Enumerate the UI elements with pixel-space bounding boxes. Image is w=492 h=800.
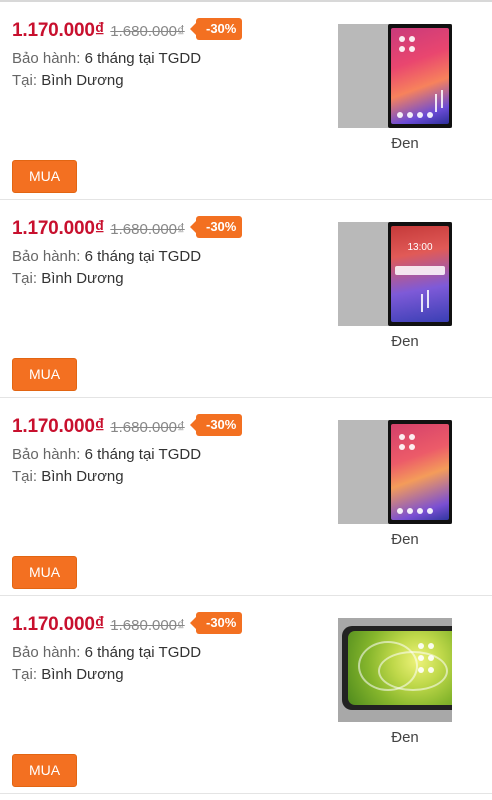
warranty-line: Bảo hành: 6 tháng tại TGDD bbox=[12, 446, 201, 463]
product-image[interactable] bbox=[338, 618, 452, 722]
product-card[interactable]: 1.170.000₫ 1.680.000₫ -30% Bảo hành: 6 t… bbox=[0, 596, 492, 794]
location-value: Bình Dương bbox=[41, 468, 124, 485]
product-image[interactable] bbox=[338, 420, 452, 524]
phone-image bbox=[342, 626, 452, 710]
location-label: Tại: bbox=[12, 270, 38, 287]
warranty-value: 6 tháng tại TGDD bbox=[84, 248, 202, 265]
warranty-label: Bảo hành: bbox=[12, 50, 81, 67]
warranty-line: Bảo hành: 6 tháng tại TGDD bbox=[12, 644, 201, 661]
lock-screen-clock: 13:00 bbox=[407, 242, 433, 253]
discount-badge: -30% bbox=[189, 612, 243, 634]
sale-price: 1.170.000₫ bbox=[12, 218, 105, 239]
price-row: 1.170.000₫ 1.680.000₫ bbox=[12, 412, 185, 438]
original-price: 1.680.000₫ bbox=[110, 419, 185, 436]
location-value: Bình Dương bbox=[41, 72, 124, 89]
warranty-line: Bảo hành: 6 tháng tại TGDD bbox=[12, 248, 201, 265]
buy-button[interactable]: MUA bbox=[12, 160, 77, 193]
location-line: Tại: Bình Dương bbox=[12, 468, 124, 485]
location-line: Tại: Bình Dương bbox=[12, 270, 124, 287]
price-row: 1.170.000₫ 1.680.000₫ bbox=[12, 214, 185, 240]
discount-badge: -30% bbox=[189, 414, 243, 436]
location-value: Bình Dương bbox=[41, 666, 124, 683]
price-row: 1.170.000₫ 1.680.000₫ bbox=[12, 16, 185, 42]
phone-image bbox=[388, 24, 452, 128]
buy-button[interactable]: MUA bbox=[12, 556, 77, 589]
warranty-label: Bảo hành: bbox=[12, 248, 81, 265]
discount-badge: -30% bbox=[189, 18, 243, 40]
color-label[interactable]: Đen bbox=[338, 729, 472, 746]
original-price: 1.680.000₫ bbox=[110, 617, 185, 634]
warranty-label: Bảo hành: bbox=[12, 446, 81, 463]
location-value: Bình Dương bbox=[41, 270, 124, 287]
product-image[interactable] bbox=[338, 24, 452, 128]
color-label[interactable]: Đen bbox=[338, 135, 472, 152]
discount-badge: -30% bbox=[189, 216, 243, 238]
buy-button[interactable]: MUA bbox=[12, 754, 77, 787]
original-price: 1.680.000₫ bbox=[110, 23, 185, 40]
warranty-value: 6 tháng tại TGDD bbox=[84, 50, 202, 67]
warranty-value: 6 tháng tại TGDD bbox=[84, 644, 202, 661]
product-card[interactable]: 1.170.000₫ 1.680.000₫ -30% Bảo hành: 6 t… bbox=[0, 200, 492, 398]
buy-button[interactable]: MUA bbox=[12, 358, 77, 391]
location-label: Tại: bbox=[12, 666, 38, 683]
color-label[interactable]: Đen bbox=[338, 333, 472, 350]
location-line: Tại: Bình Dương bbox=[12, 72, 124, 89]
original-price: 1.680.000₫ bbox=[110, 221, 185, 238]
location-line: Tại: Bình Dương bbox=[12, 666, 124, 683]
phone-image: 13:00 bbox=[388, 222, 452, 326]
warranty-value: 6 tháng tại TGDD bbox=[84, 446, 202, 463]
sale-price: 1.170.000₫ bbox=[12, 416, 105, 437]
product-list: 1.170.000₫ 1.680.000₫ -30% Bảo hành: 6 t… bbox=[0, 0, 492, 800]
warranty-label: Bảo hành: bbox=[12, 644, 81, 661]
sale-price: 1.170.000₫ bbox=[12, 20, 105, 41]
phone-image bbox=[388, 420, 452, 524]
location-label: Tại: bbox=[12, 72, 38, 89]
color-label[interactable]: Đen bbox=[338, 531, 472, 548]
warranty-line: Bảo hành: 6 tháng tại TGDD bbox=[12, 50, 201, 67]
product-image[interactable]: 13:00 bbox=[338, 222, 452, 326]
product-card[interactable]: 1.170.000₫ 1.680.000₫ -30% Bảo hành: 6 t… bbox=[0, 2, 492, 200]
product-card[interactable]: 1.170.000₫ 1.680.000₫ -30% Bảo hành: 6 t… bbox=[0, 398, 492, 596]
sale-price: 1.170.000₫ bbox=[12, 614, 105, 635]
location-label: Tại: bbox=[12, 468, 38, 485]
price-row: 1.170.000₫ 1.680.000₫ bbox=[12, 610, 185, 636]
